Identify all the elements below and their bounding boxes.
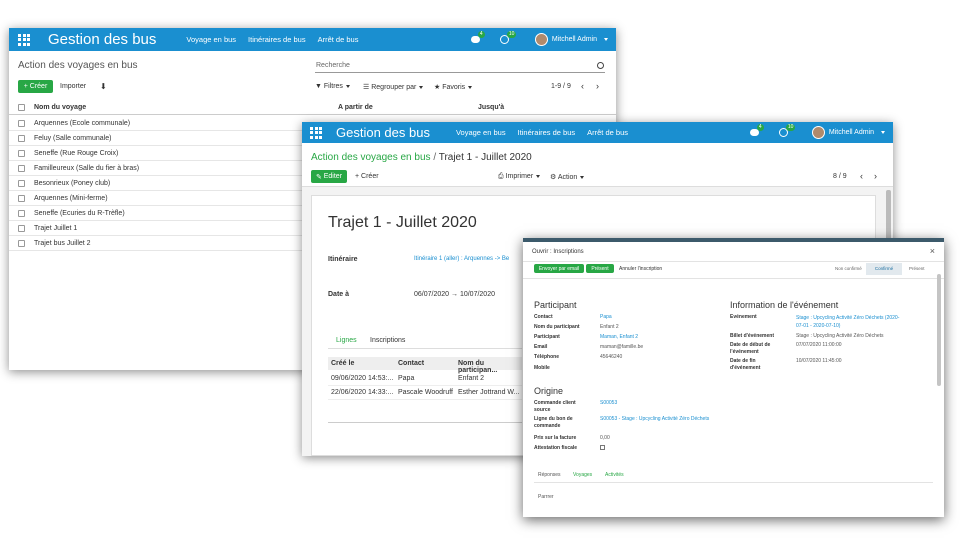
apps-grid-icon[interactable] bbox=[18, 33, 30, 46]
download-icon[interactable]: ⬇ bbox=[100, 82, 107, 91]
action-button[interactable]: ⚙ Action bbox=[550, 173, 585, 181]
menu-itineraires[interactable]: Itinéraires de bus bbox=[248, 35, 306, 44]
date-range: 06/07/2020 → 10/07/2020 bbox=[414, 291, 495, 298]
participant-title: Participant bbox=[534, 300, 577, 310]
contact-value[interactable]: Papa bbox=[600, 314, 612, 320]
search-icon[interactable] bbox=[597, 62, 604, 69]
tab-activites[interactable]: Activités bbox=[605, 472, 624, 478]
table-row[interactable]: 22/06/2020 14:33:... Pascale Woodruff Es… bbox=[328, 386, 522, 400]
close-icon[interactable]: × bbox=[930, 246, 935, 256]
list-header: Nom du voyage A partir de Jusqu'à bbox=[9, 101, 616, 115]
chevron-down-icon bbox=[881, 131, 885, 134]
search-box[interactable]: Recherche bbox=[315, 60, 605, 73]
select-all-checkbox[interactable] bbox=[18, 104, 25, 111]
col-to[interactable]: Jusqu'à bbox=[478, 104, 504, 111]
status-unconfirmed[interactable]: Non confirmé bbox=[835, 266, 862, 271]
menu-voyage[interactable]: Voyage en bus bbox=[186, 35, 236, 44]
next-icon[interactable]: › bbox=[874, 171, 877, 181]
favorites-button[interactable]: ★ Favoris bbox=[434, 83, 473, 91]
control-panel: Action des voyages en bus / Trajet 1 - J… bbox=[302, 143, 893, 187]
status-present[interactable]: Présent bbox=[909, 266, 925, 271]
arrow-right-icon: → bbox=[451, 291, 458, 298]
search-input[interactable]: Recherche bbox=[316, 62, 350, 69]
avatar bbox=[534, 33, 548, 46]
record-title: Trajet 1 - Juillet 2020 bbox=[328, 214, 477, 231]
filters-button[interactable]: ▼ Filtres bbox=[315, 83, 350, 90]
user-menu[interactable]: Mitchell Admin bbox=[534, 33, 608, 46]
tab-divider bbox=[328, 348, 522, 349]
modal-statusbar: Envoyer par email Présent Annuler l'insc… bbox=[523, 262, 944, 279]
app-title[interactable]: Gestion des bus bbox=[336, 125, 430, 140]
activities-icon[interactable]: 10 bbox=[778, 124, 796, 137]
prev-icon[interactable]: ‹ bbox=[860, 171, 863, 181]
menu-itineraires[interactable]: Itinéraires de bus bbox=[518, 128, 576, 137]
create-button[interactable]: + Créer bbox=[18, 80, 53, 93]
messages-icon[interactable]: 4 bbox=[749, 124, 764, 137]
event-value[interactable]: Stage : Upcycling Activité Zéro Déchets … bbox=[796, 314, 906, 330]
groupby-button[interactable]: ☰ Regrouper par bbox=[363, 83, 424, 91]
modal-top-strip bbox=[523, 238, 944, 242]
apps-grid-icon[interactable] bbox=[310, 126, 322, 139]
table-footer-line bbox=[328, 422, 522, 423]
chevron-down-icon bbox=[604, 38, 608, 41]
activities-icon[interactable]: 10 bbox=[499, 31, 517, 44]
voyage-line-item[interactable]: Parrrer bbox=[538, 494, 554, 500]
pager[interactable]: 1-9 / 9 bbox=[551, 83, 571, 90]
date-from: 06/07/2020 bbox=[414, 291, 450, 298]
tab-inscriptions[interactable]: Inscriptions bbox=[370, 337, 405, 344]
col-from[interactable]: A partir de bbox=[338, 104, 478, 111]
tab-responses[interactable]: Réponses bbox=[538, 472, 561, 478]
modal-scrollbar[interactable] bbox=[937, 274, 941, 386]
control-panel: Action des voyages en bus Recherche + Cr… bbox=[9, 51, 616, 101]
col-name[interactable]: Nom du voyage bbox=[34, 104, 338, 111]
event-info-title: Information de l'événement bbox=[730, 300, 839, 310]
tab-lignes[interactable]: Lignes bbox=[336, 337, 357, 344]
date-to: 10/07/2020 bbox=[459, 291, 495, 298]
next-icon[interactable]: › bbox=[596, 81, 599, 91]
present-button[interactable]: Présent bbox=[586, 264, 614, 273]
prev-icon[interactable]: ‹ bbox=[581, 81, 584, 91]
send-email-button[interactable]: Envoyer par email bbox=[534, 264, 584, 273]
print-button[interactable]: ⎙ Imprimer bbox=[498, 173, 541, 181]
bottom-tab-divider bbox=[534, 482, 933, 483]
import-button[interactable]: Importer bbox=[60, 83, 86, 90]
inscription-modal: Ouvrir : Inscriptions × Envoyer par emai… bbox=[523, 238, 944, 517]
menu-arret[interactable]: Arrêt de bus bbox=[587, 128, 628, 137]
page-title: Action des voyages en bus bbox=[18, 60, 138, 71]
navbar: Gestion des bus Voyage en bus Itinéraire… bbox=[302, 122, 893, 143]
navbar-right: 4 10 Mitchell Admin bbox=[749, 122, 885, 143]
lines-table-header: Créé le Contact Nom du participan... bbox=[328, 357, 522, 374]
date-label: Date à bbox=[328, 291, 350, 298]
user-menu[interactable]: Mitchell Admin bbox=[811, 126, 885, 139]
origin-title: Origine bbox=[534, 386, 564, 396]
breadcrumb: Action des voyages en bus / Trajet 1 - J… bbox=[311, 152, 532, 163]
create-button[interactable]: + Créer bbox=[355, 173, 379, 180]
table-row[interactable]: 09/06/2020 14:53:... Papa Enfant 2 bbox=[328, 372, 522, 386]
menu-arret[interactable]: Arrêt de bus bbox=[318, 35, 359, 44]
avatar bbox=[811, 126, 825, 139]
app-title[interactable]: Gestion des bus bbox=[48, 31, 156, 48]
messages-icon[interactable]: 4 bbox=[470, 31, 485, 44]
itinerary-value[interactable]: Itinéraire 1 (aller) : Arquennes -> Be bbox=[414, 256, 509, 262]
pager[interactable]: 8 / 9 bbox=[833, 173, 847, 180]
tab-voyages[interactable]: Voyages bbox=[573, 472, 592, 478]
status-confirmed[interactable]: Confirmé bbox=[866, 263, 902, 275]
breadcrumb-parent[interactable]: Action des voyages en bus bbox=[311, 152, 431, 163]
navbar: Gestion des bus Voyage en bus Itinéraire… bbox=[9, 28, 616, 51]
breadcrumb-current: Trajet 1 - Juillet 2020 bbox=[438, 152, 532, 163]
navbar-right: 4 10 Mitchell Admin bbox=[470, 28, 608, 51]
modal-title: Ouvrir : Inscriptions bbox=[532, 249, 584, 255]
itinerary-label: Itinéraire bbox=[328, 256, 358, 263]
menu-voyage[interactable]: Voyage en bus bbox=[456, 128, 506, 137]
edit-button[interactable]: ✎ Editer bbox=[311, 170, 347, 183]
fiscal-checkbox[interactable] bbox=[600, 445, 605, 450]
cancel-inscription-button[interactable]: Annuler l'inscription bbox=[619, 266, 662, 272]
